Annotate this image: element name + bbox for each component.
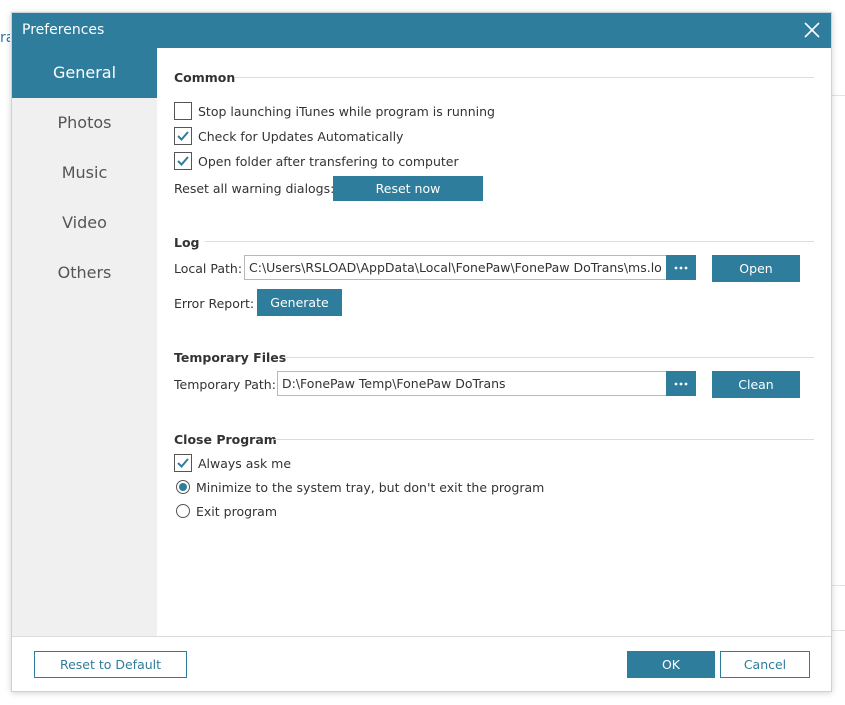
check-updates-option: Check for Updates Automatically [174, 126, 403, 146]
section-divider [205, 241, 814, 242]
cancel-button[interactable]: Cancel [720, 651, 810, 678]
exit-option: Exit program [174, 501, 277, 521]
minimize-label: Minimize to the system tray, but don't e… [196, 479, 545, 495]
background-divider [831, 630, 845, 631]
stop-itunes-label: Stop launching iTunes while program is r… [198, 103, 495, 119]
exit-label: Exit program [196, 503, 277, 519]
always-ask-label: Always ask me [198, 455, 292, 471]
generate-report-button[interactable]: Generate [257, 289, 342, 316]
sidebar-item-others[interactable]: Others [12, 248, 157, 298]
sidebar-item-music[interactable]: Music [12, 148, 157, 198]
section-title-temporary-files: Temporary Files [174, 350, 287, 365]
background-divider [831, 585, 845, 586]
title-bar: Preferences [12, 13, 831, 48]
preferences-dialog: Preferences General Photos Music Video O… [11, 12, 832, 692]
background-divider [831, 95, 845, 96]
window-title: Preferences [22, 22, 105, 38]
check-updates-label: Check for Updates Automatically [198, 128, 404, 144]
open-folder-option: Open folder after transfering to compute… [174, 151, 459, 171]
section-divider [274, 439, 814, 440]
sidebar: General Photos Music Video Others [12, 48, 157, 636]
browse-temp-button[interactable] [666, 371, 696, 396]
section-title-common: Common [174, 70, 236, 85]
browse-log-button[interactable] [666, 255, 696, 280]
stop-itunes-checkbox[interactable] [174, 102, 192, 120]
minimize-radio[interactable] [176, 480, 190, 494]
always-ask-option: Always ask me [174, 453, 291, 473]
checkmark-icon [177, 156, 189, 166]
radio-selected-dot [179, 483, 187, 491]
more-icon [674, 266, 688, 269]
footer-divider [12, 636, 831, 637]
reset-warning-label: Reset all warning dialogs: [174, 181, 335, 196]
local-path-label: Local Path: [174, 261, 243, 276]
open-folder-checkbox[interactable] [174, 152, 192, 170]
temporary-path-label: Temporary Path: [174, 377, 276, 392]
section-divider [235, 77, 814, 78]
section-divider [285, 357, 814, 358]
minimize-option: Minimize to the system tray, but don't e… [174, 477, 544, 497]
reset-now-button[interactable]: Reset now [333, 176, 483, 201]
always-ask-checkbox[interactable] [174, 454, 192, 472]
section-title-log: Log [174, 235, 200, 250]
ok-button[interactable]: OK [627, 651, 715, 678]
stop-itunes-option: Stop launching iTunes while program is r… [174, 101, 495, 121]
close-button[interactable] [801, 19, 823, 41]
sidebar-item-photos[interactable]: Photos [12, 98, 157, 148]
more-icon [674, 382, 688, 385]
check-updates-checkbox[interactable] [174, 127, 192, 145]
sidebar-item-video[interactable]: Video [12, 198, 157, 248]
local-path-field[interactable] [244, 255, 667, 280]
general-settings-panel: Common Stop launching iTunes while progr… [157, 48, 833, 636]
checkmark-icon [177, 131, 189, 141]
checkmark-icon [177, 458, 189, 468]
exit-radio[interactable] [176, 504, 190, 518]
error-report-label: Error Report: [174, 296, 255, 311]
open-log-button[interactable]: Open [712, 255, 800, 282]
sidebar-item-general[interactable]: General [12, 48, 157, 98]
temporary-path-field[interactable] [277, 371, 667, 396]
close-icon [804, 22, 820, 38]
background-app-text: ra [0, 30, 10, 46]
open-folder-label: Open folder after transfering to compute… [198, 153, 459, 169]
reset-to-default-button[interactable]: Reset to Default [34, 651, 187, 678]
section-title-close-program: Close Program [174, 432, 277, 447]
clean-button[interactable]: Clean [712, 371, 800, 398]
